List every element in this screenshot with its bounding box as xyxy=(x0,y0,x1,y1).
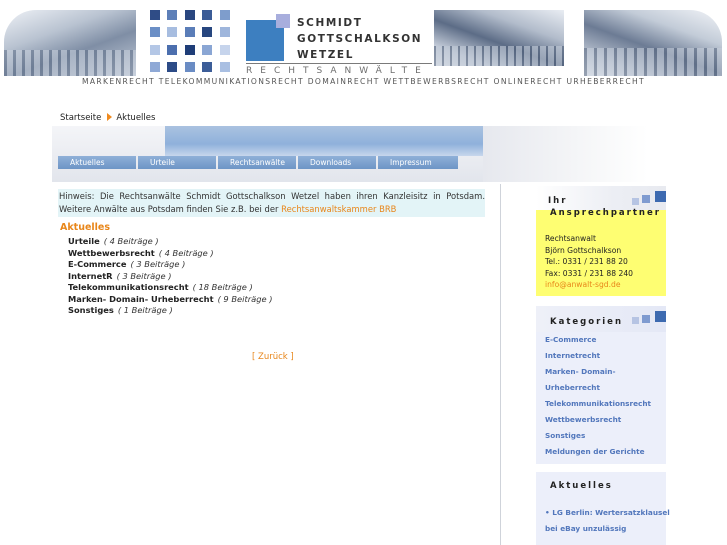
bullet-icon: • xyxy=(545,508,550,517)
nav-band-fade xyxy=(483,126,648,182)
site-header: SCHMIDT GOTTSCHALKSON WETZEL RECHTSANWÄL… xyxy=(0,0,727,92)
sidebar-category-marken-domain[interactable]: Marken- Domain- xyxy=(545,366,651,382)
sidebar-category-wettbewerbsrecht[interactable]: Wettbewerbsrecht xyxy=(545,414,651,430)
breadcrumb-current: Aktuelles xyxy=(116,113,156,123)
category-name[interactable]: Wettbewerbsrecht xyxy=(68,248,155,258)
list-item[interactable]: Telekommunikationsrecht( 18 Beiträge ) xyxy=(68,282,272,294)
list-item[interactable]: Wettbewerbsrecht( 4 Beiträge ) xyxy=(68,248,272,260)
logo-mark-small xyxy=(276,14,290,28)
location-notice: Hinweis: Die Rechtsanwälte Schmidt Gotts… xyxy=(58,189,485,217)
category-count: ( 1 Beiträge ) xyxy=(117,305,173,315)
contact-tel: Tel.: 0331 / 231 88 20 xyxy=(545,257,628,266)
notice-text: Hinweis: Die Rechtsanwälte Schmidt Gotts… xyxy=(59,191,485,214)
tab-impressum[interactable]: Impressum xyxy=(378,156,458,169)
sidebar-category-ecommerce[interactable]: E-Commerce xyxy=(545,334,651,350)
sidebar-category-telekommunikationsrecht[interactable]: Telekommunikationsrecht xyxy=(545,398,651,414)
category-name[interactable]: Marken- Domain- Urheberrecht xyxy=(68,294,214,304)
contact-role: Rechtsanwalt xyxy=(545,234,596,243)
header-building-image-left xyxy=(4,10,136,76)
header-building-image-middle xyxy=(434,10,564,66)
bar-association-link[interactable]: Rechtsanwaltskammer BRB xyxy=(281,204,396,214)
list-item[interactable]: Marken- Domain- Urheberrecht( 9 Beiträge… xyxy=(68,294,272,306)
decor-square xyxy=(655,191,666,202)
section-title: Aktuelles xyxy=(60,222,111,233)
decor-square xyxy=(632,198,639,205)
contact-fax: Fax: 0331 / 231 88 240 xyxy=(545,268,633,278)
contact-title-1: Ihr xyxy=(548,196,568,206)
list-item[interactable]: E-Commerce ( 3 Beiträge ) xyxy=(68,259,272,271)
decor-square xyxy=(642,315,650,323)
practice-areas-line: MARKENRECHT TELEKOMMUNIKATIONSRECHT DOMA… xyxy=(81,77,646,86)
main-nav: Aktuelles Urteile Rechtsanwälte Download… xyxy=(58,156,460,169)
category-list: Urteile( 4 Beiträge ) Wettbewerbsrecht( … xyxy=(68,236,272,317)
breadcrumb-arrow-icon xyxy=(107,113,113,121)
category-count: ( 9 Beiträge ) xyxy=(217,293,273,304)
category-count: ( 4 Beiträge ) xyxy=(158,247,214,258)
category-count: ( 18 Beiträge ) xyxy=(192,282,253,292)
category-name[interactable]: Urteile xyxy=(68,236,100,246)
category-name[interactable]: Telekommunikationsrecht xyxy=(68,282,189,292)
breadcrumb: Startseite Aktuelles xyxy=(60,113,155,123)
logo-line-2: GOTTSCHALKSON xyxy=(297,33,423,45)
tab-urteile[interactable]: Urteile xyxy=(138,156,216,169)
logo-line-3: WETZEL xyxy=(297,49,354,61)
sidebar-category-list: E-Commerce Internetrecht Marken- Domain-… xyxy=(545,334,651,462)
category-count: ( 4 Beiträge ) xyxy=(103,236,159,246)
logo-line-1: SCHMIDT xyxy=(297,17,363,29)
category-count: ( 3 Beiträge ) xyxy=(130,259,186,269)
decor-square xyxy=(642,195,650,203)
breadcrumb-home-link[interactable]: Startseite xyxy=(60,113,101,123)
list-item[interactable]: InternetR( 3 Beiträge ) xyxy=(68,271,272,283)
news-item-text[interactable]: LG Berlin: Wertersatzklausel bei eBay un… xyxy=(545,508,670,533)
contact-details: Rechtsanwalt Björn Gottschalkson Tel.: 0… xyxy=(545,233,633,291)
category-name[interactable]: Sonstiges xyxy=(68,305,114,315)
logo-divider xyxy=(246,63,432,64)
news-item[interactable]: • LG Berlin: Wertersatzklausel bei eBay … xyxy=(545,505,675,537)
news-box-title: Aktuelles xyxy=(550,481,613,491)
categories-title: Kategorien xyxy=(550,317,623,327)
tab-aktuelles[interactable]: Aktuelles xyxy=(58,156,136,169)
category-name[interactable]: E-Commerce xyxy=(68,259,126,269)
contact-title-2: Ansprechpartner xyxy=(550,208,661,218)
sidebar-divider xyxy=(500,184,501,545)
category-name[interactable]: InternetR xyxy=(68,271,113,281)
category-count: ( 3 Beiträge ) xyxy=(116,270,172,281)
sidebar-category-sonstiges[interactable]: Sonstiges xyxy=(545,430,651,446)
sidebar-category-meldungen[interactable]: Meldungen der Gerichte xyxy=(545,446,651,462)
decor-square xyxy=(655,311,666,322)
contact-name: Björn Gottschalkson xyxy=(545,245,622,255)
list-item[interactable]: Sonstiges( 1 Beiträge ) xyxy=(68,305,272,317)
tab-downloads[interactable]: Downloads xyxy=(298,156,376,169)
logo-subtitle: RECHTSANWÄLTE xyxy=(246,66,429,76)
header-building-image-right xyxy=(584,10,722,76)
sidebar-category-urheberrecht[interactable]: Urheberrecht xyxy=(545,382,651,398)
logo-square-grid xyxy=(150,10,240,76)
sidebar-category-internetrecht[interactable]: Internetrecht xyxy=(545,350,651,366)
decor-square xyxy=(632,317,639,324)
tab-rechtsanwaelte[interactable]: Rechtsanwälte xyxy=(218,156,296,169)
back-link[interactable]: [ Zurück ] xyxy=(252,352,294,362)
nav-band-highlight xyxy=(165,126,483,156)
contact-email-link[interactable]: info@anwalt-sgd.de xyxy=(545,279,633,291)
list-item[interactable]: Urteile( 4 Beiträge ) xyxy=(68,236,272,248)
